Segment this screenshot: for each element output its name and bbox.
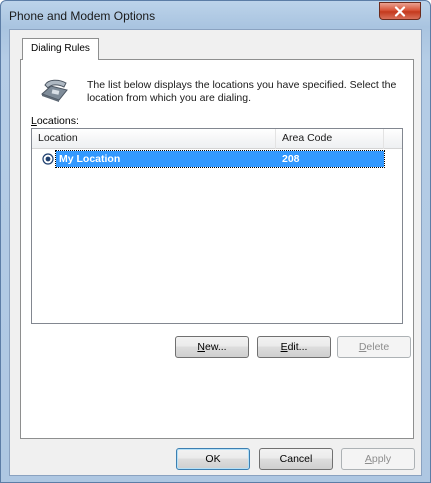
- edit-location-button[interactable]: Edit...: [257, 336, 331, 358]
- column-header-filler: [384, 129, 402, 149]
- cancel-button[interactable]: Cancel: [259, 448, 333, 470]
- window-title: Phone and Modem Options: [9, 9, 156, 23]
- delete-location-button[interactable]: Delete: [337, 336, 411, 358]
- cell-location: My Location: [59, 153, 121, 165]
- phone-modem-options-window: Phone and Modem Options Dialing Rules Th…: [0, 0, 431, 483]
- apply-button[interactable]: Apply: [341, 448, 415, 470]
- cell-area-code: 208: [282, 153, 300, 165]
- tab-dialing-rules[interactable]: Dialing Rules: [22, 38, 99, 60]
- ok-button[interactable]: OK: [176, 448, 250, 470]
- phone-icon: [41, 79, 68, 102]
- intro-text: The list below displays the locations yo…: [87, 79, 397, 104]
- default-location-radio-icon: [42, 153, 54, 165]
- table-row[interactable]: My Location 208: [34, 150, 385, 168]
- locations-list[interactable]: Location Area Code My Location 208: [31, 128, 403, 324]
- column-header-area-code[interactable]: Area Code: [276, 129, 384, 149]
- delete-label: elete: [366, 341, 390, 353]
- locations-label: Locations:: [31, 115, 79, 127]
- dialog-client-area: Dialing Rules The list below displays th…: [9, 29, 422, 476]
- close-icon: [394, 5, 406, 17]
- list-header: Location Area Code: [32, 129, 402, 149]
- apply-label: pply: [371, 453, 392, 465]
- edit-accel: E: [280, 341, 288, 353]
- selected-row-highlight: My Location 208: [55, 150, 385, 168]
- title-bar[interactable]: Phone and Modem Options: [1, 1, 430, 29]
- column-header-location[interactable]: Location: [32, 129, 276, 149]
- new-label: ew...: [204, 341, 227, 353]
- apply-accel: A: [364, 453, 372, 465]
- new-accel: N: [197, 341, 205, 353]
- edit-label: dit...: [287, 341, 308, 353]
- close-button[interactable]: [379, 2, 421, 20]
- locations-label-text: ocations:: [36, 115, 79, 127]
- new-location-button[interactable]: New...: [175, 336, 249, 358]
- dialing-rules-panel: The list below displays the locations yo…: [20, 59, 414, 439]
